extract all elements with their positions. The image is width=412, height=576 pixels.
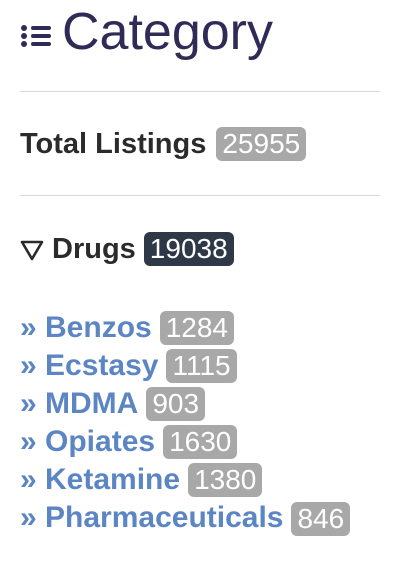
subcategory-count-badge: 1284 [159,311,235,345]
subcategory-link-ecstasy[interactable]: » Ecstasy [20,347,158,385]
divider [20,91,380,92]
subcategory-item-opiates: » Opiates 1630 [20,423,400,461]
list-icon [20,24,54,48]
total-listings-label: Total Listings [20,127,207,160]
subcategory-link-pharmaceuticals[interactable]: » Pharmaceuticals [20,499,283,537]
subcategory-item-mdma: » MDMA 903 [20,385,400,423]
subcategory-count-badge: 1630 [163,425,238,459]
page-title: Category [62,3,273,61]
subcategory-link-opiates[interactable]: » Opiates [20,423,155,461]
subcategory-count-badge: 1380 [188,463,263,497]
subcategory-count-badge: 846 [291,502,351,536]
category-group-label[interactable]: Drugs [52,233,136,266]
category-group-count-badge: 19038 [143,232,234,266]
divider [20,195,380,196]
subcategory-item-pharmaceuticals: » Pharmaceuticals 846 [20,499,400,537]
subcategory-link-benzos[interactable]: » Benzos [20,309,152,347]
total-listings-row: Total Listings 25955 [20,124,307,164]
total-listings-count-badge: 25955 [216,127,307,161]
category-group-drugs[interactable]: Drugs 19038 [20,228,234,270]
subcategory-link-mdma[interactable]: » MDMA [20,385,138,423]
subcategory-item-ecstasy: » Ecstasy 1115 [20,347,400,385]
subcategory-link-ketamine[interactable]: » Ketamine [20,461,180,499]
subcategory-count-badge: 1115 [166,349,237,383]
subcategory-item-ketamine: » Ketamine 1380 [20,461,400,499]
collapse-triangle-icon[interactable] [20,237,44,261]
subcategory-count-badge: 903 [146,387,206,421]
category-header: Category [20,0,273,64]
subcategory-list: » Benzos 1284 » Ecstasy 1115 » MDMA 903 … [20,309,400,537]
subcategory-item-benzos: » Benzos 1284 [20,309,400,347]
